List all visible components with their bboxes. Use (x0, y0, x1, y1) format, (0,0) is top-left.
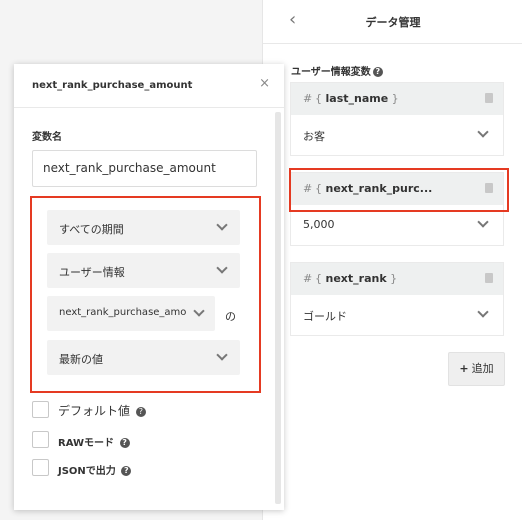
variable-card[interactable]: # { last_name } お客 (290, 82, 504, 156)
raw-mode-checkbox[interactable] (32, 431, 49, 448)
help-icon[interactable]: ? (121, 466, 132, 476)
hash-icon: # (303, 92, 313, 105)
default-value-checkbox[interactable] (32, 401, 49, 418)
help-icon[interactable]: ? (372, 67, 383, 77)
variable-name-label: 変数名 (32, 132, 62, 143)
data-management-panel: ‹ データ管理 ユーザー情報変数? (262, 0, 522, 520)
modal-title: next_rank_purchase_amount (32, 80, 193, 91)
variable-value-select[interactable]: お客 (291, 115, 503, 155)
panel-header: ‹ データ管理 (263, 0, 522, 44)
add-button[interactable]: + 追加 (448, 352, 505, 386)
variable-name: { next_rank } (315, 272, 398, 285)
plus-icon: + (459, 362, 469, 375)
highlight-box (30, 196, 261, 393)
panel-title: データ管理 (365, 16, 421, 29)
close-icon[interactable]: × (259, 76, 270, 91)
section-label: ユーザー情報変数? (291, 63, 383, 78)
variable-card-header: # { next_rank } (291, 263, 503, 295)
variable-card[interactable]: # { next_rank } ゴールド (290, 262, 504, 336)
chevron-down-icon (477, 306, 489, 318)
scrollbar[interactable] (275, 112, 281, 504)
variable-value: ゴールド (303, 310, 347, 323)
help-icon[interactable]: ? (135, 406, 146, 417)
variable-value: お客 (303, 130, 325, 143)
chevron-down-icon (477, 216, 489, 228)
modal-header: next_rank_purchase_amount × (14, 64, 284, 108)
variable-name-input[interactable]: next_rank_purchase_amount (32, 150, 257, 187)
variable-card-header: # { last_name } (291, 83, 503, 115)
help-icon[interactable]: ? (119, 438, 130, 448)
hash-icon: # (303, 272, 313, 285)
chevron-down-icon (477, 126, 489, 138)
trash-icon[interactable] (485, 273, 493, 283)
variable-value: 5,000 (303, 218, 335, 231)
json-output-checkbox[interactable] (32, 459, 49, 476)
variable-name: { last_name } (315, 92, 399, 105)
variable-value-select[interactable]: ゴールド (291, 295, 503, 335)
highlight-box (289, 168, 509, 212)
trash-icon[interactable] (485, 93, 493, 103)
